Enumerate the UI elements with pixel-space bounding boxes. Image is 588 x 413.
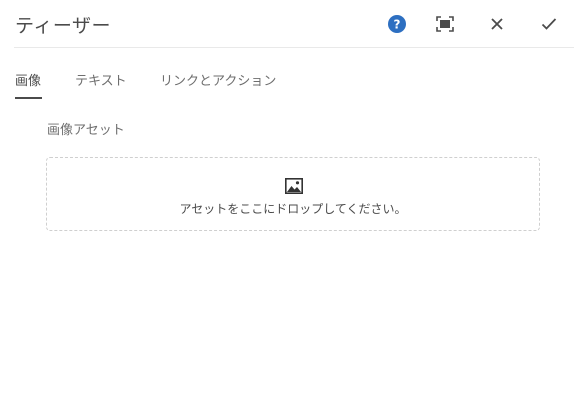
close-button[interactable] (485, 12, 509, 36)
help-button[interactable]: ? (385, 12, 409, 36)
fullscreen-icon (436, 16, 454, 32)
tab-link-and-actions[interactable]: リンクとアクション (160, 70, 276, 89)
dialog-title: ティーザー (15, 15, 111, 37)
dropzone-instruction: アセットをここにドロップしてください。 (179, 202, 407, 216)
image-asset-label: 画像アセット (47, 123, 125, 138)
asset-dropzone[interactable]: アセットをここにドロップしてください。 (46, 157, 540, 231)
fullscreen-button[interactable] (433, 12, 457, 36)
dialog-header: ティーザー ? (0, 0, 588, 48)
image-icon (285, 178, 303, 194)
tab-text[interactable]: テキスト (75, 70, 127, 89)
close-icon (491, 18, 503, 30)
done-button[interactable] (537, 12, 561, 36)
tab-image[interactable]: 画像 (15, 70, 41, 89)
help-circle-icon: ? (388, 15, 406, 33)
teaser-dialog: ティーザー ? 画像 テキスト リンクとアクション 画像アセット アセットをここ… (0, 0, 588, 413)
header-divider (14, 47, 574, 48)
svg-text:?: ? (394, 18, 401, 32)
selected-tab-indicator (15, 97, 42, 99)
checkmark-icon (541, 18, 557, 30)
